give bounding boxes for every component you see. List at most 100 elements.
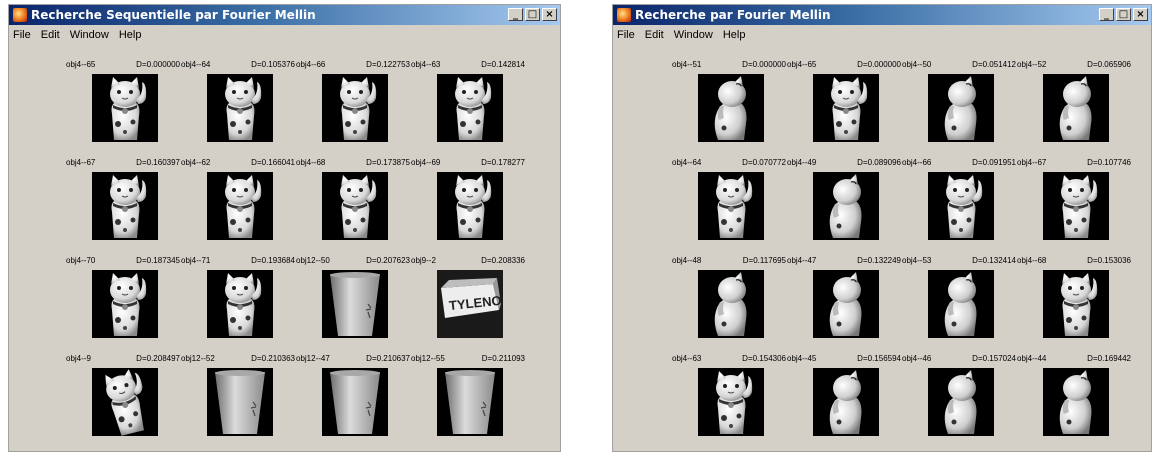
result-tile[interactable]: obj4--65 D=0.000000	[64, 59, 184, 157]
result-label: obj4--44 D=0.169442	[1015, 353, 1135, 365]
tylenol-box-icon[interactable]: TYLENOL	[437, 270, 503, 338]
result-label: obj12--52 D=0.210363	[179, 353, 299, 365]
cat-tilted-icon[interactable]	[92, 368, 158, 436]
cat-front-icon[interactable]	[322, 74, 388, 142]
result-tile[interactable]: obj4--69 D=0.178277	[409, 157, 529, 255]
maximize-button[interactable]: □	[1116, 8, 1131, 21]
window-title: Recherche par Fourier Mellin	[635, 8, 831, 22]
result-tile[interactable]: obj4--46 D=0.157024	[900, 353, 1020, 451]
cat-front-icon[interactable]	[207, 270, 273, 338]
menu-help[interactable]: Help	[119, 29, 142, 41]
cat-side-icon[interactable]	[813, 368, 879, 436]
result-tile[interactable]: obj9--2 D=0.208336 TYLENOL	[409, 255, 529, 353]
result-tile[interactable]: obj4--50 D=0.051412	[900, 59, 1020, 157]
object-id: obj4--47	[787, 256, 817, 265]
title-bar[interactable]: Recherche Sequentielle par Fourier Melli…	[9, 5, 560, 25]
result-tile[interactable]: obj4--52 D=0.065906	[1015, 59, 1135, 157]
result-tile[interactable]: obj4--66 D=0.122753	[294, 59, 414, 157]
minimize-button[interactable]: _	[1099, 8, 1114, 21]
cat-front-icon[interactable]	[207, 74, 273, 142]
distance-value: D=0.173875	[366, 158, 410, 167]
result-tile[interactable]: obj4--44 D=0.169442	[1015, 353, 1135, 451]
object-id: obj4--44	[1017, 354, 1047, 363]
menu-window[interactable]: Window	[674, 29, 713, 41]
menu-help[interactable]: Help	[723, 29, 746, 41]
cat-front-icon[interactable]	[92, 74, 158, 142]
cat-side-icon[interactable]	[698, 74, 764, 142]
cat-front-icon[interactable]	[322, 172, 388, 240]
result-tile[interactable]: obj4--53 D=0.132414	[900, 255, 1020, 353]
distance-value: D=0.105376	[251, 60, 295, 69]
cat-front-icon[interactable]	[437, 172, 503, 240]
minimize-button[interactable]: _	[508, 8, 523, 21]
cat-front-icon[interactable]	[928, 172, 994, 240]
result-tile[interactable]: obj4--48 D=0.117695	[670, 255, 790, 353]
title-bar[interactable]: Recherche par Fourier Mellin _ □ ×	[613, 5, 1151, 25]
result-tile[interactable]: obj4--62 D=0.166041	[179, 157, 299, 255]
result-tile[interactable]: obj4--71 D=0.193684	[179, 255, 299, 353]
cat-side-icon[interactable]	[928, 368, 994, 436]
result-tile[interactable]: obj4--63 D=0.154306	[670, 353, 790, 451]
result-tile[interactable]: obj4--67 D=0.107746	[1015, 157, 1135, 255]
result-label: obj4--68 D=0.173875	[294, 157, 414, 169]
result-tile[interactable]: obj4--45 D=0.156594	[785, 353, 905, 451]
cup-icon[interactable]	[207, 368, 273, 436]
cat-front-icon[interactable]	[698, 172, 764, 240]
cat-front-icon[interactable]	[1043, 270, 1109, 338]
result-tile[interactable]: obj4--49 D=0.089096	[785, 157, 905, 255]
object-id: obj4--51	[672, 60, 702, 69]
cat-side-icon[interactable]	[813, 172, 879, 240]
result-tile[interactable]: obj4--66 D=0.091951	[900, 157, 1020, 255]
menu-edit[interactable]: Edit	[41, 29, 60, 41]
result-tile[interactable]: obj12--50 D=0.207623	[294, 255, 414, 353]
cat-front-icon[interactable]	[1043, 172, 1109, 240]
distance-value: D=0.107746	[1087, 158, 1131, 167]
result-tile[interactable]: obj4--47 D=0.132249	[785, 255, 905, 353]
result-tile[interactable]: obj4--70 D=0.187345	[64, 255, 184, 353]
menu-window[interactable]: Window	[70, 29, 109, 41]
result-tile[interactable]: obj12--52 D=0.210363	[179, 353, 299, 451]
close-button[interactable]: ×	[542, 8, 557, 21]
menu-file[interactable]: File	[13, 29, 31, 41]
cat-side-icon[interactable]	[928, 270, 994, 338]
cat-side-icon[interactable]	[1043, 368, 1109, 436]
menu-file[interactable]: File	[617, 29, 635, 41]
result-tile[interactable]: obj4--65 D=0.000000	[785, 59, 905, 157]
result-tile[interactable]: obj4--64 D=0.105376	[179, 59, 299, 157]
result-tile[interactable]: obj4--9 D=0.208497	[64, 353, 184, 451]
cat-front-icon[interactable]	[813, 74, 879, 142]
result-tile[interactable]: obj12--55 D=0.211093	[409, 353, 529, 451]
menu-edit[interactable]: Edit	[645, 29, 664, 41]
result-tile[interactable]: obj4--64 D=0.070772	[670, 157, 790, 255]
object-id: obj4--49	[787, 158, 817, 167]
result-tile[interactable]: obj4--51 D=0.000000	[670, 59, 790, 157]
cup-icon[interactable]	[437, 368, 503, 436]
cat-front-icon[interactable]	[207, 172, 273, 240]
cat-front-icon[interactable]	[92, 172, 158, 240]
object-id: obj4--53	[902, 256, 932, 265]
cat-front-icon[interactable]	[698, 368, 764, 436]
maximize-button[interactable]: □	[525, 8, 540, 21]
result-label: obj12--55 D=0.211093	[409, 353, 529, 365]
result-label: obj4--50 D=0.051412	[900, 59, 1020, 71]
cat-side-icon[interactable]	[928, 74, 994, 142]
distance-value: D=0.091951	[972, 158, 1016, 167]
distance-value: D=0.122753	[366, 60, 410, 69]
cat-front-icon[interactable]	[92, 270, 158, 338]
result-tile[interactable]: obj4--67 D=0.160397	[64, 157, 184, 255]
result-tile[interactable]: obj12--47 D=0.210637	[294, 353, 414, 451]
result-tile[interactable]: obj4--68 D=0.153036	[1015, 255, 1135, 353]
cat-side-icon[interactable]	[698, 270, 764, 338]
cat-side-icon[interactable]	[813, 270, 879, 338]
cat-side-icon[interactable]	[1043, 74, 1109, 142]
result-tile[interactable]: obj4--68 D=0.173875	[294, 157, 414, 255]
cat-front-icon[interactable]	[437, 74, 503, 142]
result-tile[interactable]: obj4--63 D=0.142814	[409, 59, 529, 157]
close-button[interactable]: ×	[1133, 8, 1148, 21]
distance-value: D=0.208497	[136, 354, 180, 363]
result-label: obj4--49 D=0.089096	[785, 157, 905, 169]
cup-icon[interactable]	[322, 270, 388, 338]
result-label: obj4--47 D=0.132249	[785, 255, 905, 267]
distance-value: D=0.000000	[742, 60, 786, 69]
cup-icon[interactable]	[322, 368, 388, 436]
